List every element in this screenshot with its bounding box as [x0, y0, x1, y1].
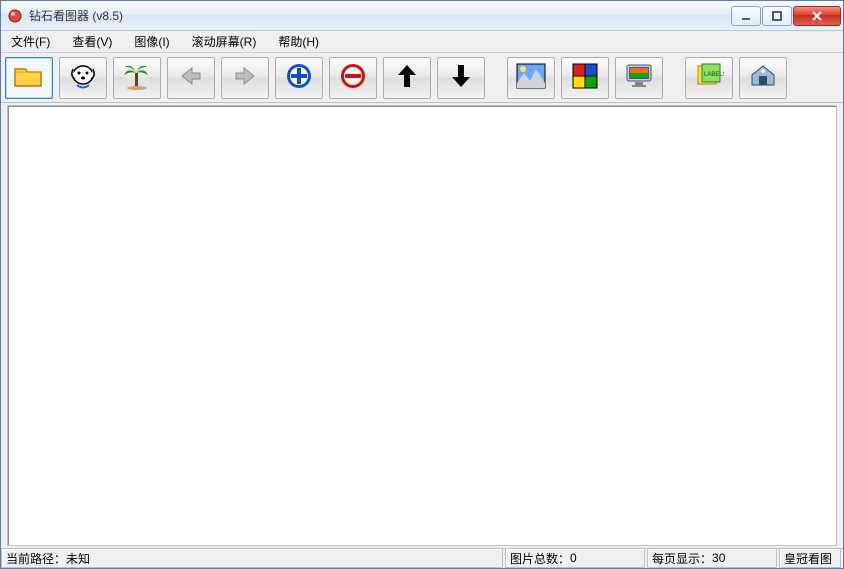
minimize-button[interactable]	[731, 6, 761, 26]
window-controls	[731, 6, 841, 26]
labels-icon: LABELS	[694, 62, 724, 93]
menubar: 文件(F) 查看(V) 图像(I) 滚动屏幕(R) 帮助(H)	[1, 31, 843, 53]
menu-file[interactable]: 文件(F)	[5, 31, 56, 52]
color-squares-icon	[571, 62, 599, 93]
arrow-up-icon	[396, 63, 418, 92]
status-total-label: 图片总数：	[510, 550, 570, 567]
menu-scroll[interactable]: 滚动屏幕(R)	[186, 31, 263, 52]
open-folder-button[interactable]	[5, 57, 53, 99]
plus-circle-icon	[284, 61, 314, 94]
scanner-button[interactable]	[739, 57, 787, 99]
status-brand-panel: 皇冠看图	[779, 549, 841, 568]
wallpaper-button[interactable]	[615, 57, 663, 99]
statusbar: 当前路径： 未知 图片总数： 0 每页显示： 30 皇冠看图	[1, 548, 843, 568]
minus-circle-icon	[338, 61, 368, 94]
arrow-down-icon	[450, 63, 472, 92]
color-button[interactable]	[561, 57, 609, 99]
close-button[interactable]	[793, 6, 841, 26]
move-up-button[interactable]	[383, 57, 431, 99]
slideshow-button[interactable]	[113, 57, 161, 99]
menu-image[interactable]: 图像(I)	[128, 31, 175, 52]
prev-button[interactable]	[167, 57, 215, 99]
menu-view[interactable]: 查看(V)	[66, 31, 118, 52]
status-perpage-panel: 每页显示： 30	[647, 549, 777, 568]
scanner-icon	[748, 63, 778, 92]
zoom-out-button[interactable]	[329, 57, 377, 99]
dog-button[interactable]	[59, 57, 107, 99]
dog-icon	[67, 61, 99, 94]
next-button[interactable]	[221, 57, 269, 99]
status-total-value: 0	[570, 551, 577, 565]
app-window: 钻石看图器 (v8.5) 文件(F) 查看(V) 图像(I) 滚动屏幕(R) 帮…	[0, 0, 844, 569]
status-path-value: 未知	[66, 550, 90, 567]
folder-icon	[13, 63, 45, 92]
toolbar: LABELS	[1, 53, 843, 103]
maximize-button[interactable]	[762, 6, 792, 26]
labels-button[interactable]: LABELS	[685, 57, 733, 99]
move-down-button[interactable]	[437, 57, 485, 99]
titlebar: 钻石看图器 (v8.5)	[1, 1, 843, 31]
svg-text:LABELS: LABELS	[704, 72, 724, 78]
zoom-in-button[interactable]	[275, 57, 323, 99]
effects-button[interactable]	[507, 57, 555, 99]
palm-tree-icon	[122, 61, 152, 94]
arrow-left-icon	[178, 65, 204, 90]
status-total-panel: 图片总数： 0	[505, 549, 645, 568]
status-path-panel: 当前路径： 未知	[1, 549, 503, 568]
app-icon	[7, 8, 23, 24]
monitor-icon	[624, 62, 654, 93]
image-viewer-area[interactable]	[7, 105, 837, 546]
menu-help[interactable]: 帮助(H)	[272, 31, 325, 52]
status-perpage-value: 30	[712, 551, 725, 565]
status-brand: 皇冠看图	[784, 550, 832, 567]
status-perpage-label: 每页显示：	[652, 550, 712, 567]
window-title: 钻石看图器 (v8.5)	[29, 7, 731, 24]
arrow-right-icon	[232, 65, 258, 90]
landscape-icon	[516, 63, 546, 92]
status-path-label: 当前路径：	[6, 550, 66, 567]
